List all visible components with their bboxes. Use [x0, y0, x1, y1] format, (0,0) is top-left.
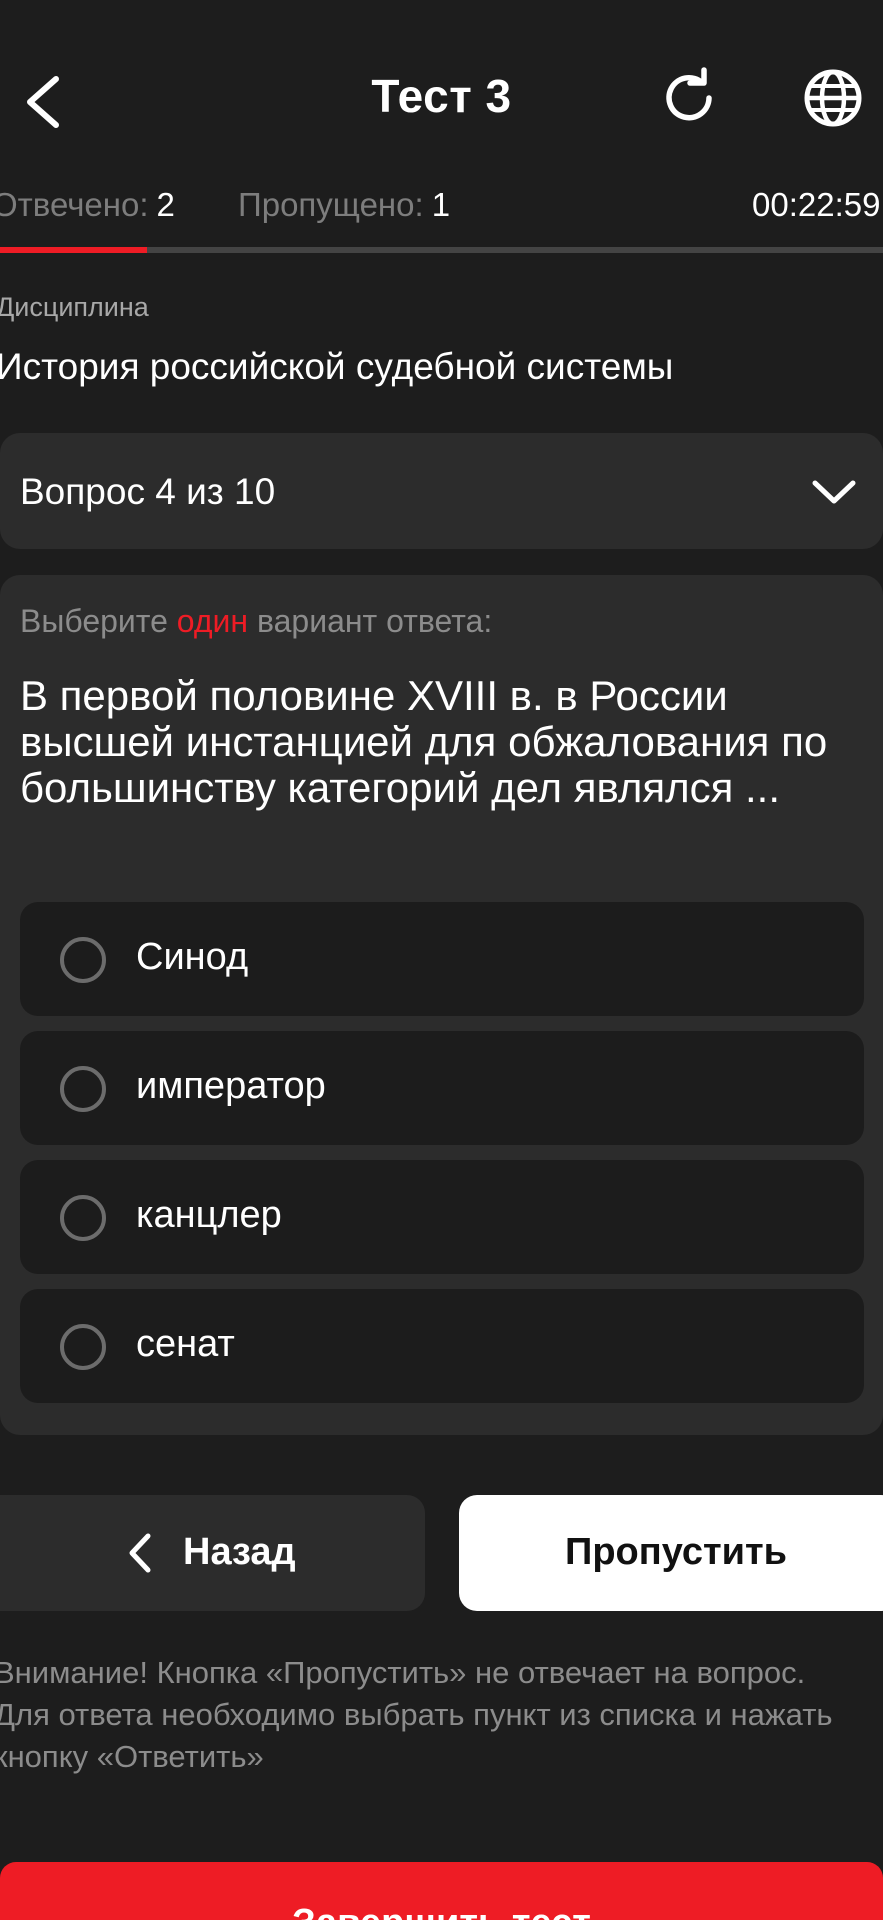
progress-bar	[0, 247, 883, 253]
answer-instruction: Выберите один вариант ответа:	[20, 603, 492, 640]
answer-option[interactable]: император	[20, 1031, 864, 1145]
radio-button[interactable]	[60, 1066, 106, 1112]
page-title: Тест 3	[371, 70, 512, 122]
option-label: сенат	[136, 1323, 235, 1365]
skipped-stat: Пропущено: 1	[238, 186, 450, 224]
answered-label: Отвечено:	[0, 186, 149, 223]
answer-option[interactable]: канцлер	[20, 1160, 864, 1274]
globe-icon[interactable]	[802, 67, 864, 129]
answered-stat: Отвечено: 2	[0, 186, 175, 224]
option-label: канцлер	[136, 1194, 282, 1236]
skipped-label: Пропущено:	[238, 186, 424, 223]
skipped-value: 1	[431, 186, 451, 223]
refresh-icon[interactable]	[658, 67, 720, 129]
test-screen: Тест 3 Отвечено: 2 Пропущено: 1 00:22:59 Д…	[0, 0, 883, 1920]
option-label: Синод	[136, 936, 249, 978]
back-button[interactable]: Назад	[0, 1495, 425, 1611]
radio-button[interactable]	[60, 937, 106, 983]
discipline-name: История российской судебной системы	[0, 346, 674, 387]
question-selector-label: Вопрос 4 из 10	[20, 471, 276, 512]
option-label: император	[136, 1065, 326, 1107]
question-text: В первой половине XVIII в. в России высш…	[20, 672, 828, 811]
question-card: Выберите один вариант ответа: В первой п…	[0, 575, 883, 1435]
finish-test-button[interactable]: Завершить тест	[0, 1862, 883, 1920]
answered-value: 2	[156, 186, 175, 223]
discipline-label: Дисциплина	[0, 292, 149, 322]
answer-option[interactable]: сенат	[20, 1289, 864, 1403]
timer: 00:22:59	[752, 186, 881, 223]
radio-button[interactable]	[60, 1195, 106, 1241]
chevron-left-icon	[129, 1533, 151, 1573]
instruction-accent: один	[176, 603, 249, 639]
chevron-down-icon[interactable]	[810, 472, 858, 512]
finish-test-label: Завершить тест	[0, 1902, 883, 1920]
skip-button-label: Пропустить	[565, 1531, 787, 1573]
header: Тест 3	[0, 45, 883, 155]
progress-fill	[0, 247, 148, 253]
radio-button[interactable]	[60, 1324, 106, 1370]
back-button-label: Назад	[183, 1531, 296, 1573]
instruction-text-after: вариант ответа:	[248, 603, 493, 639]
answer-option[interactable]: Синод	[20, 902, 864, 1016]
question-selector[interactable]: Вопрос 4 из 10	[0, 433, 883, 549]
stats-row: Отвечено: 2 Пропущено: 1 00:22:59	[0, 186, 883, 232]
skip-warning: Внимание! Кнопка «Пропустить» не отвечае…	[0, 1655, 833, 1774]
instruction-text-before: Выберите	[20, 603, 177, 639]
skip-button[interactable]: Пропустить	[459, 1495, 883, 1611]
